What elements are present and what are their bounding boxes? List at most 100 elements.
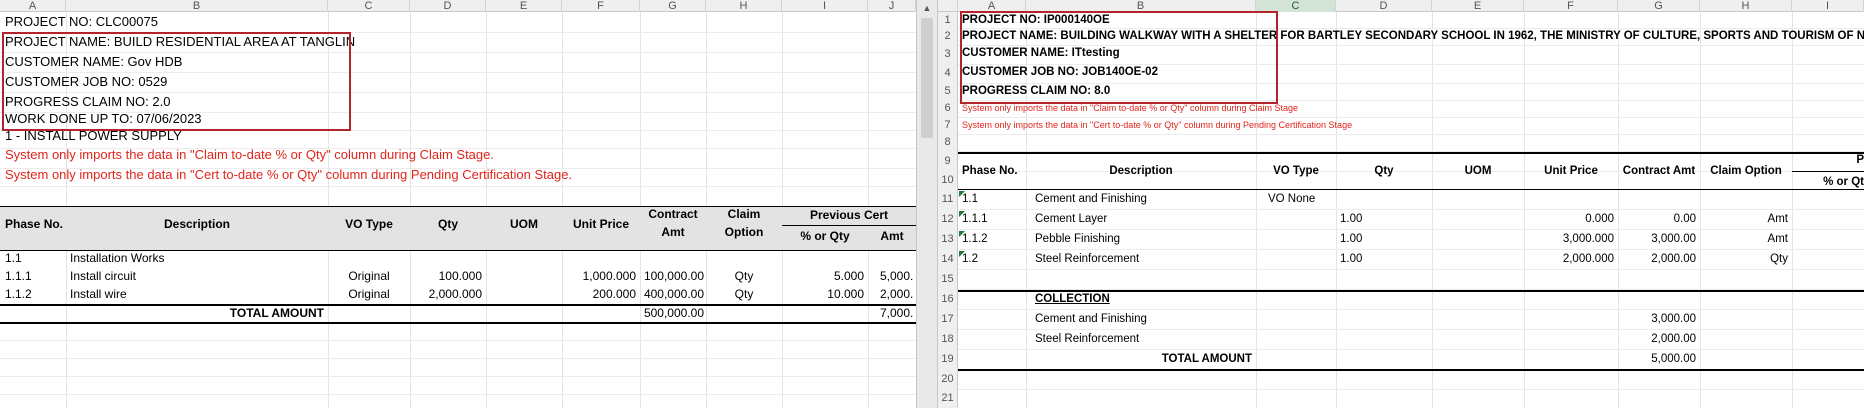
row-number[interactable]: 7 (938, 117, 958, 134)
left-col-i[interactable]: I (782, 0, 868, 12)
gridline (958, 269, 1864, 270)
cell-phase[interactable]: 1.1.1 (5, 266, 32, 286)
cell-qty[interactable]: 2,000.000 (410, 284, 482, 304)
cell-desc[interactable]: Cement Layer (1035, 209, 1107, 229)
left-col-j[interactable]: J (868, 0, 916, 12)
cell-phase[interactable]: 1.1 (5, 248, 22, 268)
cell-price[interactable]: 200.000 (562, 284, 636, 304)
row-number[interactable]: 10 (938, 171, 958, 189)
gridline (958, 389, 1864, 390)
row-number[interactable]: 21 (938, 389, 958, 408)
cell-desc[interactable]: Pebble Finishing (1035, 229, 1120, 249)
row-number[interactable]: 6 (938, 100, 958, 117)
row-number[interactable]: 4 (938, 64, 958, 83)
cell-claim[interactable]: Amt (1700, 209, 1788, 229)
collection-desc[interactable]: Cement and Finishing (1035, 309, 1147, 329)
cert-stage-note[interactable]: System only imports the data in "Cert to… (962, 115, 1352, 135)
right-col-g[interactable]: G (1618, 0, 1700, 12)
row-number[interactable]: 14 (938, 249, 958, 269)
cell-pct[interactable]: 10.000 (782, 284, 864, 304)
cell-price[interactable]: 1,000.000 (562, 266, 636, 286)
cert-stage-note[interactable]: System only imports the data in "Cert to… (5, 165, 572, 185)
cell-vo[interactable]: Original (328, 266, 410, 286)
left-col-b[interactable]: B (66, 0, 328, 12)
cell-phase[interactable]: 1.1 (962, 189, 978, 209)
left-col-f[interactable]: F (562, 0, 640, 12)
total-amount-value[interactable]: 5,000.00 (1618, 349, 1696, 369)
row-number[interactable]: 20 (938, 369, 958, 389)
row-number[interactable]: 17 (938, 309, 958, 329)
select-all-corner[interactable] (938, 0, 958, 12)
cell-desc[interactable]: Steel Reinforcement (1035, 249, 1139, 269)
cell-claim[interactable]: Amt (1700, 229, 1788, 249)
cell-phase[interactable]: 1.1.2 (5, 284, 32, 304)
cell-desc[interactable]: Install circuit (70, 266, 136, 286)
row-number[interactable]: 1 (938, 12, 958, 28)
left-col-d[interactable]: D (410, 0, 486, 12)
total-contract-amount[interactable]: 500,000.00 (640, 303, 704, 323)
collection-amount[interactable]: 3,000.00 (1618, 309, 1696, 329)
cell-vo[interactable]: Original (328, 284, 410, 304)
left-col-h[interactable]: H (706, 0, 782, 12)
gridline (0, 358, 916, 359)
cell-phase[interactable]: 1.1.2 (962, 229, 988, 249)
row-number[interactable]: 19 (938, 349, 958, 369)
cell-claim[interactable]: Qty (706, 266, 782, 286)
pane-splitter[interactable]: ▲ (916, 0, 938, 408)
left-col-e[interactable]: E (486, 0, 562, 12)
cell-price[interactable]: 2,000.000 (1524, 249, 1614, 269)
cell-qty[interactable]: 1.00 (1340, 209, 1362, 229)
cell-qty[interactable]: 1.00 (1340, 249, 1362, 269)
cell-amt[interactable]: 5,000. (880, 266, 916, 286)
right-col-i[interactable]: I (1792, 0, 1864, 12)
right-spreadsheet-pane[interactable]: A B C D E F G H I 1 2 3 4 5 6 7 8 9 10 11 12 13 14 15 1… (938, 0, 1864, 408)
vertical-scrollbar-thumb[interactable] (921, 18, 933, 138)
left-col-g[interactable]: G (640, 0, 706, 12)
row-number[interactable]: 2 (938, 28, 958, 45)
scroll-up-arrow-icon[interactable]: ▲ (921, 2, 933, 14)
collection-amount[interactable]: 2,000.00 (1618, 329, 1696, 349)
cell-contract[interactable]: 0.00 (1618, 209, 1696, 229)
row-number[interactable]: 16 (938, 289, 958, 309)
cell-desc[interactable]: Installation Works (70, 248, 164, 268)
cell-price[interactable]: 3,000.000 (1524, 229, 1614, 249)
project-no-cell[interactable]: PROJECT NO: CLC00075 (5, 12, 158, 32)
row-number[interactable]: 12 (938, 209, 958, 229)
right-col-d[interactable]: D (1336, 0, 1432, 12)
row-number[interactable]: 11 (938, 189, 958, 209)
row-number[interactable]: 3 (938, 45, 958, 64)
cell-desc[interactable]: Install wire (70, 284, 127, 304)
claim-stage-note[interactable]: System only imports the data in "Claim t… (5, 145, 494, 165)
cell-contract[interactable]: 100,000.00 (640, 266, 704, 286)
hdr-contract-amt: Contract Amt (1622, 165, 1696, 177)
cell-desc[interactable]: Cement and Finishing (1035, 189, 1147, 209)
right-col-e[interactable]: E (1432, 0, 1524, 12)
row-number[interactable]: 15 (938, 269, 958, 289)
cell-contract[interactable]: 400,000.00 (640, 284, 704, 304)
collection-desc[interactable]: Steel Reinforcement (1035, 329, 1139, 349)
cell-claim[interactable]: Qty (706, 284, 782, 304)
row-number[interactable]: 18 (938, 329, 958, 349)
cell-vo[interactable]: VO None (1268, 189, 1315, 209)
cell-qty[interactable]: 100.000 (410, 266, 482, 286)
cell-contract[interactable]: 2,000.00 (1618, 249, 1696, 269)
row-number[interactable]: 8 (938, 134, 958, 151)
right-col-f[interactable]: F (1524, 0, 1618, 12)
left-col-a[interactable]: A (0, 0, 66, 12)
left-col-c[interactable]: C (328, 0, 410, 12)
row-number[interactable]: 5 (938, 83, 958, 100)
row-number[interactable]: 13 (938, 229, 958, 249)
cell-phase[interactable]: 1.1.1 (962, 209, 988, 229)
cell-claim[interactable]: Qty (1700, 249, 1788, 269)
cell-qty[interactable]: 1.00 (1340, 229, 1362, 249)
cell-pct[interactable]: 5.000 (782, 266, 864, 286)
right-col-h[interactable]: H (1700, 0, 1792, 12)
cell-phase[interactable]: 1.2 (962, 249, 978, 269)
cell-amt[interactable]: 2,000. (880, 284, 916, 304)
cell-contract[interactable]: 3,000.00 (1618, 229, 1696, 249)
hdr-unit-price: Unit Price (1544, 165, 1598, 177)
cell-price[interactable]: 0.000 (1524, 209, 1614, 229)
row-number[interactable]: 9 (938, 151, 958, 171)
total-prev-amt[interactable]: 7,000. (880, 303, 916, 323)
left-spreadsheet-pane[interactable]: A B C D E F G H I J PROJECT NO: CLC00075… (0, 0, 916, 408)
